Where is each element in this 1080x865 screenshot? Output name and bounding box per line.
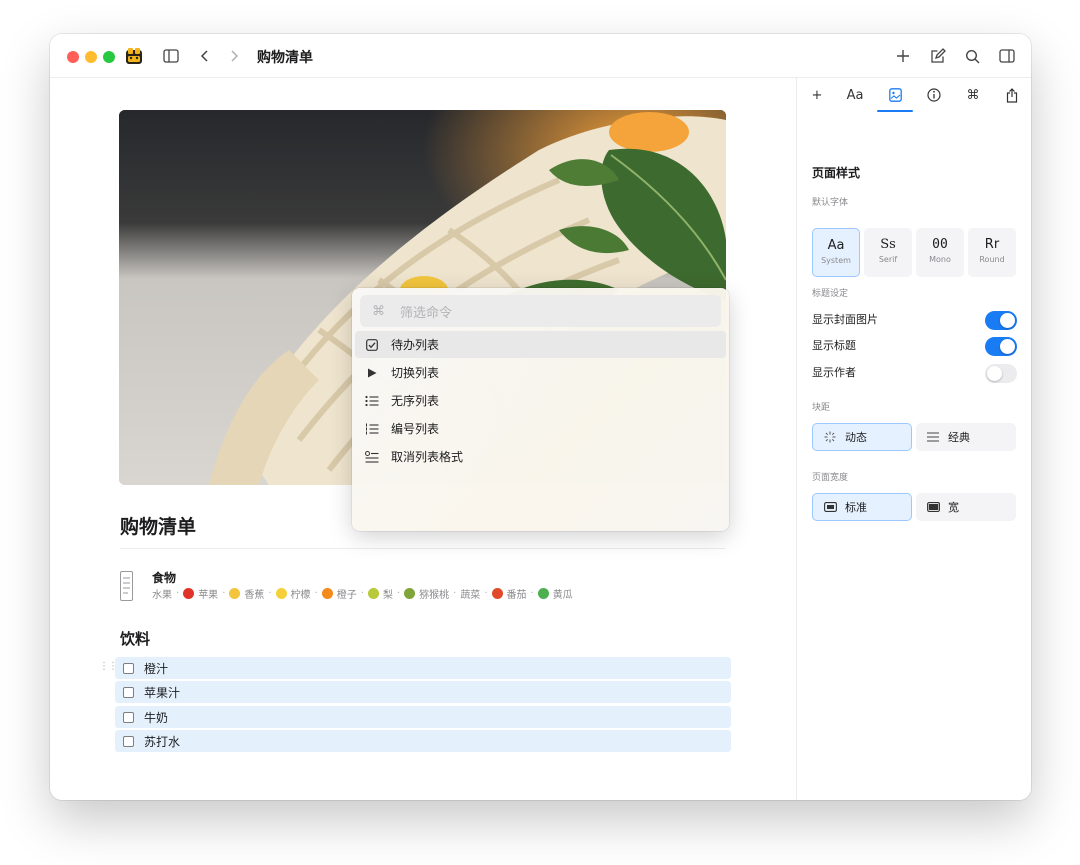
fruit-lemon: 柠檬 (275, 586, 311, 601)
forward-chevron-icon[interactable] (224, 46, 244, 66)
tab-insert[interactable]: + (805, 84, 829, 106)
food-summary[interactable]: 水果 · 苹果 · 香蕉 · 柠檬 · 橙子 · 梨 · 猕猴桃 · 蔬菜 · … (152, 586, 573, 601)
font-option-mono[interactable]: 00 Mono (916, 228, 964, 277)
lemon-icon (275, 588, 287, 599)
minimize-window-button[interactable] (85, 51, 97, 63)
command-key-icon: ⌘ (372, 303, 385, 319)
toggle-row-author: 显示作者 (812, 363, 1017, 383)
page-style-heading: 页面样式 (812, 166, 861, 180)
zoom-window-button[interactable] (103, 51, 115, 63)
default-font-label: 默认字体 (812, 198, 849, 208)
lines-icon (926, 430, 940, 444)
todo-item-soda-water[interactable]: 苏打水 (115, 730, 731, 752)
menu-item-remove-list-format[interactable]: 取消列表格式 (355, 443, 726, 470)
app-logo-icon (125, 47, 143, 65)
tab-typography[interactable]: Aa (842, 84, 868, 106)
toggle-row-title: 显示标题 (812, 336, 1017, 356)
menu-item-numbered-list[interactable]: 编号列表 (355, 415, 726, 442)
fruit-category-label: 水果 (152, 590, 172, 601)
toggle-row-cover-image: 显示封面图片 (812, 310, 1017, 330)
vegetable-cucumber: 黄瓜 (537, 586, 573, 601)
font-option-serif[interactable]: Ss Serif (864, 228, 912, 277)
spacing-option-classic[interactable]: 经典 (916, 423, 1016, 451)
compose-icon[interactable] (928, 46, 948, 66)
todo-checkbox[interactable] (123, 711, 134, 723)
vegetable-tomato: 番茄 (491, 586, 527, 601)
fruit-pear: 梨 (367, 586, 393, 601)
command-filter-input[interactable]: ⌘ 筛选命令 (360, 295, 721, 327)
back-chevron-icon[interactable] (195, 46, 215, 66)
tab-share[interactable] (1000, 84, 1024, 106)
banana-icon (229, 588, 241, 599)
add-icon[interactable] (893, 46, 913, 66)
pear-icon (367, 588, 379, 599)
search-icon[interactable] (962, 46, 982, 66)
close-window-button[interactable] (67, 51, 79, 63)
tab-commands[interactable]: ⌘ (961, 84, 985, 106)
add-icon: + (811, 87, 823, 103)
menu-item-toggle-list[interactable]: 切换列表 (355, 359, 726, 386)
menu-item-bulleted-list[interactable]: 无序列表 (355, 387, 726, 414)
wide-width-icon (926, 500, 940, 514)
cucumber-icon (537, 588, 549, 599)
kiwi-icon (404, 588, 416, 599)
page-width-label: 页面宽度 (812, 473, 849, 483)
block-spacing-label: 块距 (812, 403, 831, 413)
fruit-orange: 橙子 (321, 586, 357, 601)
sparkle-icon (823, 430, 837, 444)
title-divider (120, 548, 726, 549)
todo-checkbox[interactable] (123, 735, 134, 747)
todo-checkbox[interactable] (123, 686, 134, 698)
share-icon (1006, 87, 1018, 103)
page-title[interactable]: 购物清单 (120, 512, 196, 539)
fruit-kiwi: 猕猴桃 (404, 586, 449, 601)
font-option-round[interactable]: Rr Round (968, 228, 1016, 277)
numbered-list-icon (365, 422, 379, 436)
font-option-system[interactable]: Aa System (812, 228, 860, 277)
width-option-standard[interactable]: 标准 (812, 493, 912, 521)
fruit-banana: 香蕉 (229, 586, 264, 601)
inspector-panel: + Aa ⌘ 页面样式 默认字体 Aa System Ss Serif 00 M… (796, 78, 1031, 800)
inspector-tabs: + Aa ⌘ (797, 78, 1031, 112)
fruit-apple: 苹果 (183, 586, 218, 601)
info-icon (927, 88, 941, 102)
tomato-icon (491, 588, 503, 599)
tab-page-style[interactable] (883, 84, 907, 106)
tab-info[interactable] (922, 84, 946, 106)
page-style-icon (888, 88, 902, 102)
todo-checkbox[interactable] (123, 662, 134, 674)
title-bar: 购物清单 (50, 34, 1031, 78)
app-window: 购物清单 购物清单 食物 水果 · 苹果 · 香蕉 · 柠檬 · 橙子 · 梨 … (50, 34, 1031, 800)
command-popup: ⌘ 筛选命令 待办列表 切换列表 无序列表 编号列表 取消列表格式 (352, 288, 729, 531)
sidebar-toggle-icon[interactable] (161, 46, 181, 66)
checkbox-icon (365, 338, 379, 352)
food-card-title[interactable]: 食物 (152, 569, 176, 586)
command-icon: ⌘ (966, 87, 980, 103)
cover-image-toggle[interactable] (985, 311, 1017, 330)
window-title: 购物清单 (257, 50, 313, 66)
vegetable-category-label: 蔬菜 (460, 590, 481, 601)
spacing-option-dynamic[interactable]: 动态 (812, 423, 912, 451)
clear-format-icon (365, 450, 379, 464)
drinks-heading[interactable]: 饮料 (120, 628, 150, 649)
orange-icon (321, 588, 333, 599)
active-tab-indicator (877, 110, 913, 112)
document-icon (120, 571, 133, 601)
bullet-list-icon (365, 394, 379, 408)
standard-width-icon (823, 500, 837, 514)
apple-icon (183, 588, 195, 599)
todo-item-milk[interactable]: 牛奶 (115, 706, 731, 728)
typography-icon: Aa (846, 87, 864, 103)
title-toggle[interactable] (985, 337, 1017, 356)
author-toggle[interactable] (985, 364, 1017, 383)
inspector-toggle-icon[interactable] (997, 46, 1017, 66)
title-settings-label: 标题设定 (812, 289, 849, 299)
width-option-wide[interactable]: 宽 (916, 493, 1016, 521)
todo-item-apple-juice[interactable]: 苹果汁 (115, 681, 731, 703)
todo-item-orange-juice[interactable]: 橙汁 (115, 657, 731, 679)
triangle-right-icon (365, 366, 379, 380)
menu-item-todo-list[interactable]: 待办列表 (355, 331, 726, 358)
